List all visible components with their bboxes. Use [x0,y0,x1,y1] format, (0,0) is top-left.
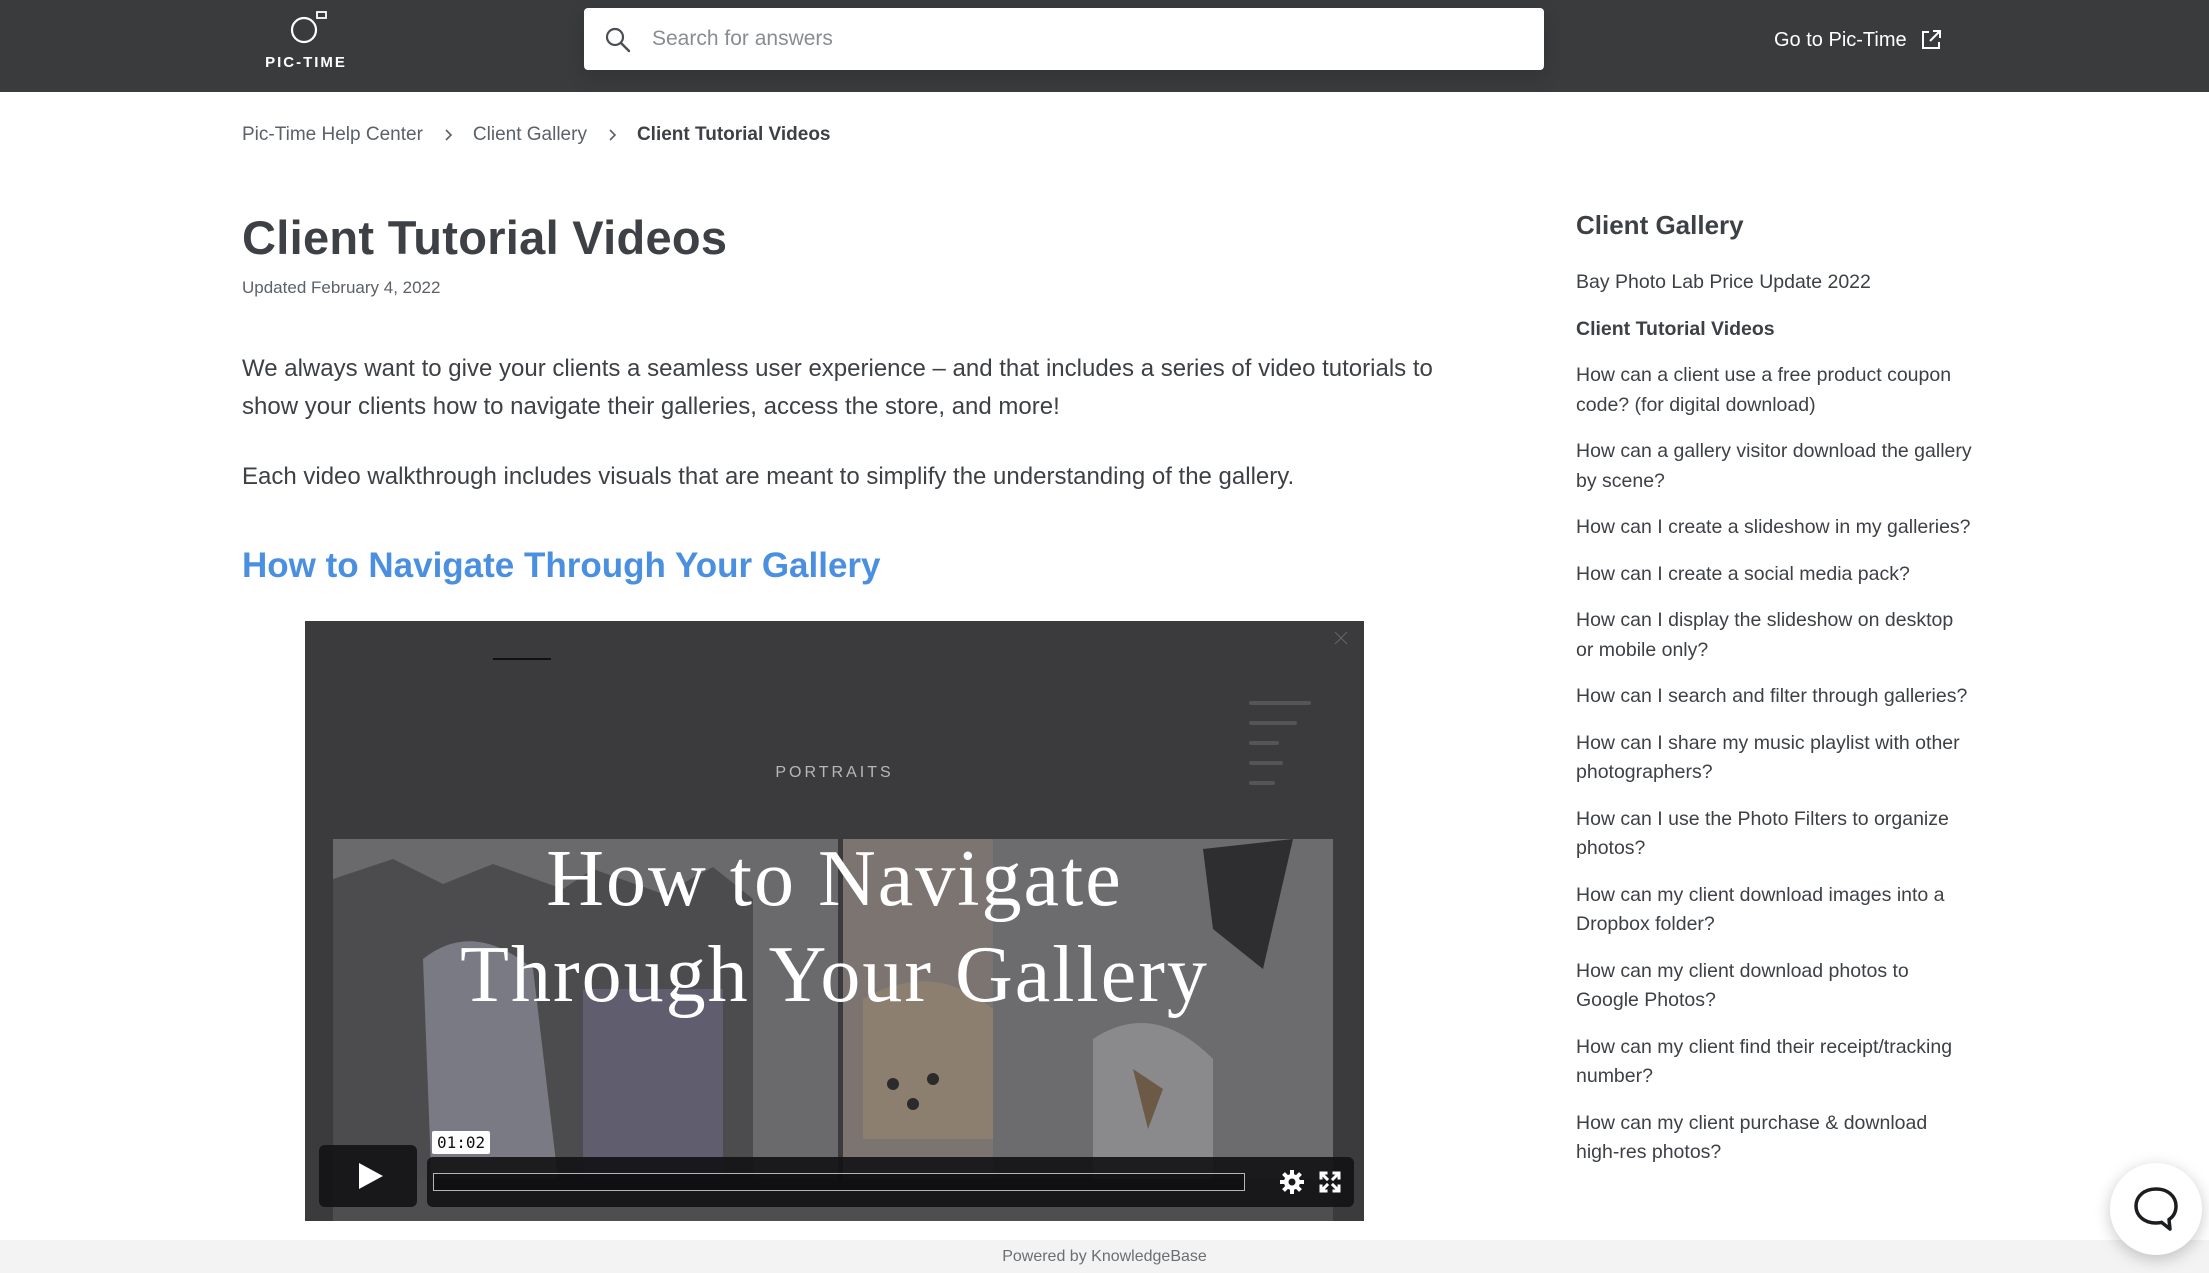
play-button[interactable] [319,1145,417,1207]
sidebar-article-link[interactable]: How can I display the slideshow on deskt… [1576,606,1972,665]
intro-paragraph: We always want to give your clients a se… [242,355,1433,420]
video-title-line-1: How to Navigate [546,835,1123,923]
pic-time-logo-icon [290,11,327,44]
sidebar-article-link[interactable]: How can my client download photos to Goo… [1576,957,1972,1016]
sidebar-article-link[interactable]: How can I search and filter through gall… [1576,682,1972,712]
sidebar-article-link[interactable]: Bay Photo Lab Price Update 2022 [1576,268,1972,298]
play-icon [359,1163,383,1189]
top-bar: PIC-TIME Go to Pic-Time [0,0,2209,92]
search-box[interactable] [584,8,1544,70]
sidebar-article-link[interactable]: How can I use the Photo Filters to organ… [1576,805,1972,864]
breadcrumb-current: Client Tutorial Videos [636,124,831,145]
video-player[interactable]: PORTRAITS How to Navigate Through Your G… [305,621,1364,1221]
sidebar-article-link[interactable]: How can my client find their receipt/tra… [1576,1033,1972,1092]
video-progress-bar[interactable] [433,1173,1245,1191]
updated-date: Updated February 4, 2022 [242,278,441,297]
breadcrumb-help-center[interactable]: Pic-Time Help Center [242,124,423,146]
chat-button[interactable] [2110,1163,2202,1255]
page-title: Client Tutorial Videos [242,211,728,264]
sidebar-article-list: Bay Photo Lab Price Update 2022 Client Tu… [1576,268,1972,1185]
video-active-tab-underline [493,658,551,660]
chevron-right-icon [609,129,617,141]
search-input[interactable] [652,8,1522,70]
footer-powered-by: Powered by KnowledgeBase [0,1240,2209,1273]
external-link-icon [1921,30,1941,49]
video-gallery-nav [305,621,1364,661]
sidebar-article-link[interactable]: How can a client use a free product coup… [1576,361,1972,420]
video-timecode: 01:02 [432,1131,491,1154]
go-to-pic-time-label: Go to Pic-Time [1774,28,1907,51]
fullscreen-icon[interactable] [1315,1167,1345,1197]
description-paragraph: Each video walkthrough includes visuals … [242,463,1295,490]
logo-text: PIC-TIME [265,54,347,71]
search-icon [605,27,631,53]
chevron-right-icon [445,129,453,141]
sidebar-article-link[interactable]: How can a gallery visitor download the g… [1576,437,1972,496]
breadcrumb-client-gallery[interactable]: Client Gallery [473,124,587,146]
sidebar-article-link[interactable]: How can my client download images into a… [1576,881,1972,940]
video-side-menu [1249,701,1339,801]
close-icon [1334,631,1348,645]
go-to-pic-time-link[interactable]: Go to Pic-Time [1774,24,1943,56]
video-controls: 01:02 [319,1131,1354,1207]
sidebar-title: Client Gallery [1576,210,1744,240]
sidebar-article-link[interactable]: How can I share my music playlist with o… [1576,729,1972,788]
sidebar-article-link[interactable]: Client Tutorial Videos [1576,315,1972,345]
gear-icon[interactable] [1277,1167,1307,1197]
sidebar-article-link[interactable]: How can I create a social media pack? [1576,560,1972,590]
video-category-label: PORTRAITS [775,764,894,781]
video-control-bar [427,1157,1354,1207]
chat-icon [2134,1187,2178,1231]
section-heading-navigate[interactable]: How to Navigate Through Your Gallery [242,546,881,586]
video-title-line-2: Through Your Gallery [460,931,1209,1019]
breadcrumb: Pic-Time Help Center Client Gallery Clie… [242,124,831,146]
sidebar-article-link[interactable]: How can my client purchase & download hi… [1576,1109,1972,1168]
pic-time-logo[interactable]: PIC-TIME [262,10,350,72]
sidebar-article-link[interactable]: How can I create a slideshow in my galle… [1576,513,1972,543]
video-title-overlay: How to Navigate Through Your Gallery [305,831,1364,1023]
